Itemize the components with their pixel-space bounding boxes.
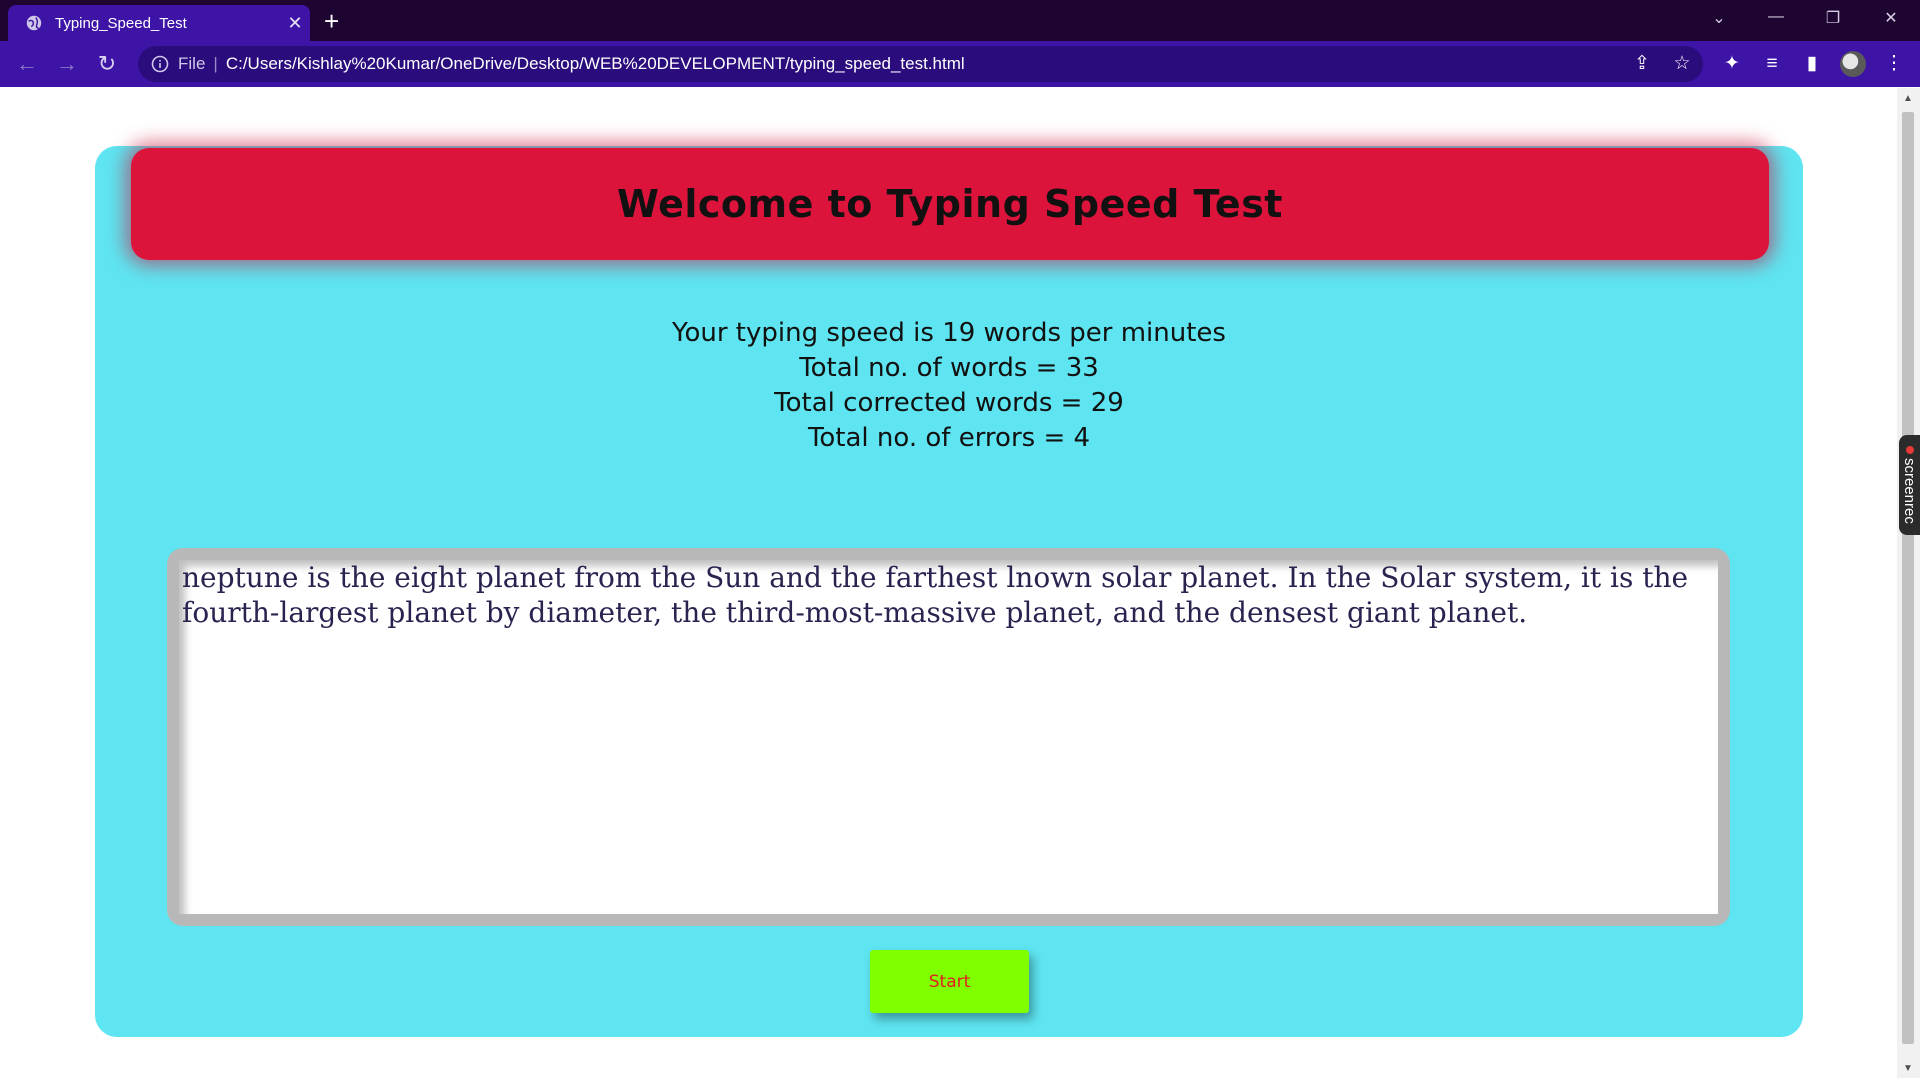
page-scrollbar[interactable]: ▲ ▼: [1897, 88, 1920, 1078]
minimize-button[interactable]: —: [1761, 8, 1791, 26]
main-card: Welcome to Typing Speed Test Your typing…: [95, 146, 1803, 1037]
new-tab-button[interactable]: +: [324, 4, 339, 38]
address-bar[interactable]: File | C:/Users/Kishlay%20Kumar/OneDrive…: [138, 46, 1703, 82]
browser-menu-icon[interactable]: ⋮: [1882, 52, 1906, 76]
close-window-button[interactable]: ✕: [1876, 8, 1906, 28]
side-panel-icon[interactable]: ▮: [1800, 52, 1824, 76]
browser-toolbar: ← → ↻ File | C:/Users/Kishlay%20Kumar/On…: [0, 41, 1920, 87]
screenrec-widget[interactable]: screenrec: [1899, 435, 1920, 535]
forward-icon[interactable]: →: [52, 49, 82, 79]
tab-title: Typing_Speed_Test: [55, 14, 187, 32]
browser-tab-bar: Typing_Speed_Test ✕ + ⌄ — ❐ ✕: [0, 0, 1920, 41]
page-title: Welcome to Typing Speed Test: [617, 182, 1283, 226]
record-dot-icon: [1905, 446, 1914, 455]
close-tab-icon[interactable]: ✕: [280, 13, 310, 34]
bookmark-star-icon[interactable]: ☆: [1670, 52, 1694, 76]
corrected-words-result: Total corrected words = 29: [774, 388, 1124, 418]
typing-speed-result: Your typing speed is 19 words per minute…: [672, 318, 1226, 348]
globe-icon: [26, 15, 42, 31]
browser-tab[interactable]: Typing_Speed_Test ✕: [8, 5, 310, 41]
url-text[interactable]: C:/Users/Kishlay%20Kumar/OneDrive/Deskto…: [226, 54, 965, 74]
screenrec-label: screenrec: [1901, 458, 1918, 524]
extensions-icon[interactable]: ✦: [1720, 52, 1744, 76]
restore-button[interactable]: ❐: [1818, 8, 1848, 28]
scroll-up-arrow-icon[interactable]: ▲: [1903, 93, 1913, 104]
header-banner: Welcome to Typing Speed Test: [131, 148, 1769, 260]
typing-area-frame: neptune is the eight planet from the Sun…: [167, 548, 1730, 926]
scroll-thumb[interactable]: [1902, 112, 1914, 1044]
errors-result: Total no. of errors = 4: [807, 423, 1091, 453]
start-button[interactable]: Start: [870, 950, 1029, 1013]
info-icon[interactable]: [150, 54, 170, 74]
tab-search-icon[interactable]: ⌄: [1704, 8, 1734, 28]
share-icon[interactable]: ⇪: [1630, 52, 1654, 76]
media-controls-icon[interactable]: ≡: [1760, 52, 1784, 76]
results-panel: Your typing speed is 19 words per minute…: [95, 316, 1803, 456]
url-separator: |: [213, 54, 218, 73]
profile-avatar[interactable]: [1840, 51, 1866, 77]
scroll-down-arrow-icon[interactable]: ▼: [1903, 1063, 1913, 1074]
url-scheme-label: File: [178, 54, 206, 73]
total-words-result: Total no. of words = 33: [799, 353, 1099, 383]
typing-textarea[interactable]: neptune is the eight planet from the Sun…: [179, 560, 1718, 914]
back-icon[interactable]: ←: [12, 49, 42, 79]
reload-icon[interactable]: ↻: [92, 49, 122, 79]
